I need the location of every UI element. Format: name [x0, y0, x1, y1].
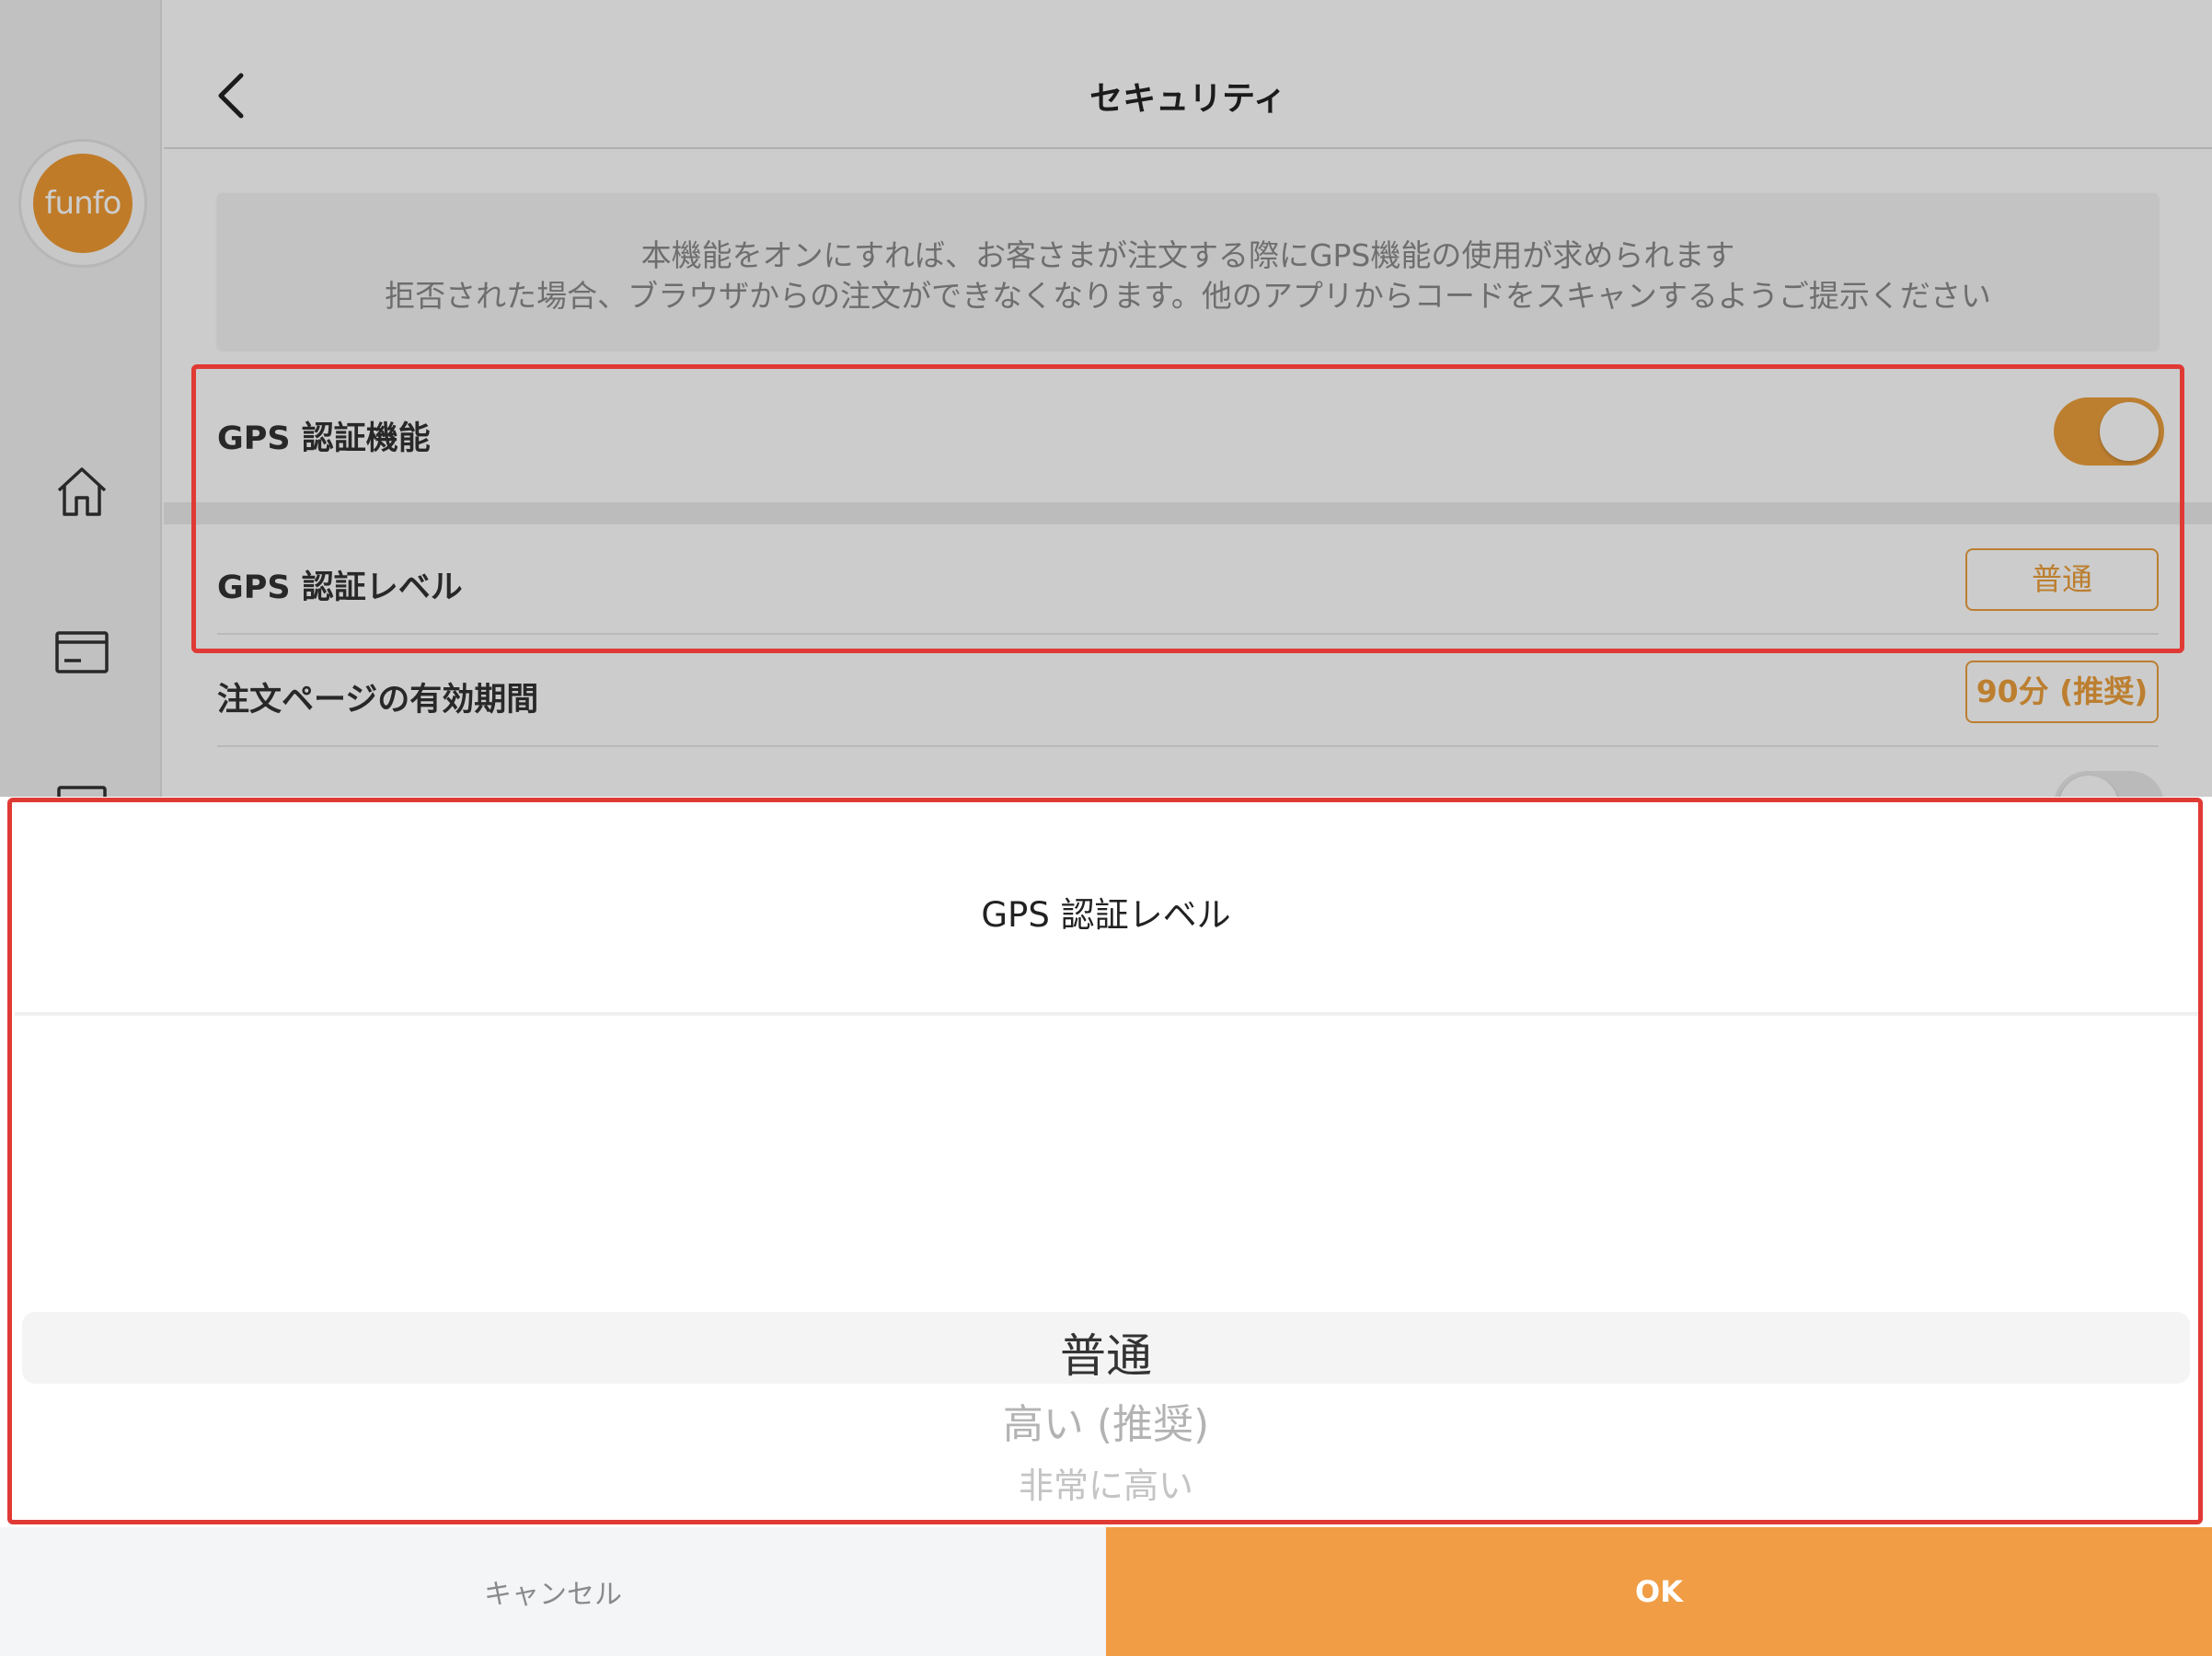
funfo-logo[interactable]: funfo: [33, 154, 132, 253]
gps-level-value-button[interactable]: 普通: [1965, 548, 2159, 611]
notice-line-1: 本機能をオンにすれば、お客さまが注文する際にGPS機能の使用が求められます: [640, 237, 1735, 273]
sheet-title: GPS 認証レベル: [981, 895, 1231, 935]
home-icon[interactable]: [53, 463, 110, 520]
notice-line-2: 拒否された場合、ブラウザからの注文ができなくなります。他のアプリからコードをスキ…: [385, 278, 1991, 314]
section-divider: [164, 502, 2212, 524]
cancel-button[interactable]: キャンセル: [0, 1527, 1106, 1656]
sheet-divider: [15, 1012, 2199, 1016]
page-title: セキュリティ: [1089, 80, 1286, 118]
card-icon[interactable]: [53, 624, 110, 681]
app-window: funfo セキュリティ 本機能をオンにすれば、お客さまが注文する際にGPS機能…: [0, 0, 2212, 1656]
valid-period-label: 注文ページの有効期間: [217, 682, 539, 719]
page-header: セキュリティ: [164, 0, 2212, 149]
picker-option-very-high[interactable]: 非常に高い: [0, 1457, 2212, 1508]
setting-row-partial: [217, 749, 2164, 839]
gps-notice: 本機能をオンにすれば、お客さまが注文する際にGPS機能の使用が求められます 拒否…: [217, 193, 2159, 350]
setting-row-gps-auth: GPS 認証機能: [217, 368, 2164, 502]
setting-row-gps-level[interactable]: GPS 認証レベル 普通: [217, 524, 2159, 635]
gps-auth-label: GPS 認証機能: [217, 420, 431, 457]
setting-row-valid-period[interactable]: 注文ページの有効期間 90分 (推奨): [217, 637, 2159, 747]
logo-ring: funfo: [18, 139, 147, 268]
ok-button[interactable]: OK: [1106, 1527, 2212, 1656]
valid-period-value-button[interactable]: 90分 (推奨): [1965, 661, 2159, 723]
picker-option-normal[interactable]: 普通: [0, 1319, 2212, 1386]
picker-option-high[interactable]: 高い (推奨): [0, 1391, 2212, 1450]
toggle-knob: [2100, 402, 2159, 461]
gps-level-label: GPS 認証レベル: [217, 569, 463, 606]
gps-auth-toggle[interactable]: [2054, 397, 2164, 466]
